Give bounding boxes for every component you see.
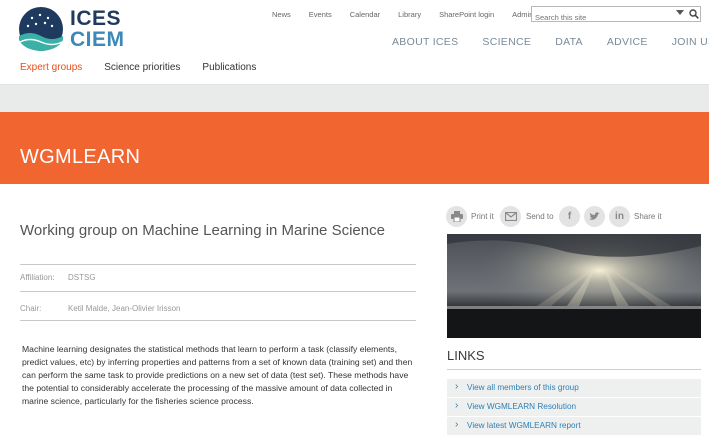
link-view-latest-report[interactable]: › View latest WGMLEARN report bbox=[447, 417, 701, 435]
linkedin-icon[interactable]: in bbox=[609, 206, 630, 227]
main-nav-advice[interactable]: ADVICE bbox=[607, 36, 648, 48]
sub-nav-expert-groups[interactable]: Expert groups bbox=[20, 62, 82, 73]
divider bbox=[447, 369, 701, 370]
search-box bbox=[531, 6, 701, 25]
breadcrumb-band bbox=[0, 85, 709, 112]
main-nav-science[interactable]: SCIENCE bbox=[482, 36, 531, 48]
link-label[interactable]: View latest WGMLEARN report bbox=[467, 421, 581, 430]
group-description: Machine learning designates the statisti… bbox=[22, 344, 413, 406]
print-link[interactable]: Print it bbox=[471, 212, 494, 221]
chair-value: Ketil Malde, Jean-Olivier Irisson bbox=[68, 304, 181, 313]
link-label[interactable]: View all members of this group bbox=[467, 383, 579, 392]
logo-wordmark: ICES CIEM bbox=[70, 8, 125, 50]
chair-label: Chair: bbox=[20, 304, 42, 313]
util-link-news[interactable]: News bbox=[272, 10, 291, 19]
link-label[interactable]: View WGMLEARN Resolution bbox=[467, 402, 576, 411]
util-link-sharepoint-login[interactable]: SharePoint login bbox=[439, 10, 494, 19]
util-link-library[interactable]: Library bbox=[398, 10, 421, 19]
logo-ciem-text: CIEM bbox=[70, 28, 125, 51]
divider bbox=[20, 291, 416, 292]
main-nav-about[interactable]: ABOUT ICES bbox=[392, 36, 458, 48]
ices-globe-logo-icon bbox=[19, 7, 63, 51]
search-input[interactable] bbox=[532, 10, 672, 25]
utility-nav: News Events Calendar Library SharePoint … bbox=[272, 10, 551, 19]
share-link[interactable]: Share it bbox=[634, 212, 662, 221]
sub-nav-publications[interactable]: Publications bbox=[202, 62, 256, 73]
page-title: WGMLEARN bbox=[20, 146, 141, 168]
link-view-members[interactable]: › View all members of this group bbox=[447, 379, 701, 397]
share-bar: Print it Send to f in Share it bbox=[446, 206, 706, 228]
main-nav-join-us[interactable]: JOIN US bbox=[672, 36, 709, 48]
affiliation-row: Affiliation: DSTSG bbox=[20, 273, 96, 282]
divider bbox=[20, 320, 416, 321]
affiliation-label: Affiliation: bbox=[20, 273, 55, 282]
main-nav-data[interactable]: DATA bbox=[555, 36, 583, 48]
search-scope-dropdown-icon[interactable] bbox=[676, 10, 684, 15]
main-nav: ABOUT ICES SCIENCE DATA ADVICE JOIN US bbox=[392, 36, 709, 48]
printer-icon[interactable] bbox=[446, 206, 467, 227]
group-header-photo bbox=[447, 234, 701, 338]
group-title: Working group on Machine Learning in Mar… bbox=[20, 222, 385, 239]
sub-nav-science-priorities[interactable]: Science priorities bbox=[104, 62, 180, 73]
logo-ices-text: ICES bbox=[70, 7, 122, 30]
util-link-calendar[interactable]: Calendar bbox=[350, 10, 380, 19]
chevron-right-icon: › bbox=[455, 419, 459, 430]
chevron-right-icon: › bbox=[455, 400, 459, 411]
twitter-icon[interactable] bbox=[584, 206, 605, 227]
send-to-link[interactable]: Send to bbox=[526, 212, 554, 221]
util-link-events[interactable]: Events bbox=[309, 10, 332, 19]
sub-nav: Expert groups Science priorities Publica… bbox=[20, 62, 278, 73]
divider bbox=[20, 264, 416, 265]
facebook-icon[interactable]: f bbox=[559, 206, 580, 227]
link-view-resolution[interactable]: › View WGMLEARN Resolution bbox=[447, 398, 701, 416]
chair-row: Chair: Ketil Malde, Jean-Olivier Irisson bbox=[20, 304, 180, 313]
ices-logo[interactable]: ICES CIEM bbox=[18, 6, 128, 52]
email-icon[interactable] bbox=[500, 206, 521, 227]
links-heading: LINKS bbox=[447, 348, 485, 363]
page-banner: WGMLEARN bbox=[0, 112, 709, 184]
affiliation-value: DSTSG bbox=[68, 273, 96, 282]
search-icon[interactable] bbox=[689, 9, 699, 19]
chevron-right-icon: › bbox=[455, 381, 459, 392]
